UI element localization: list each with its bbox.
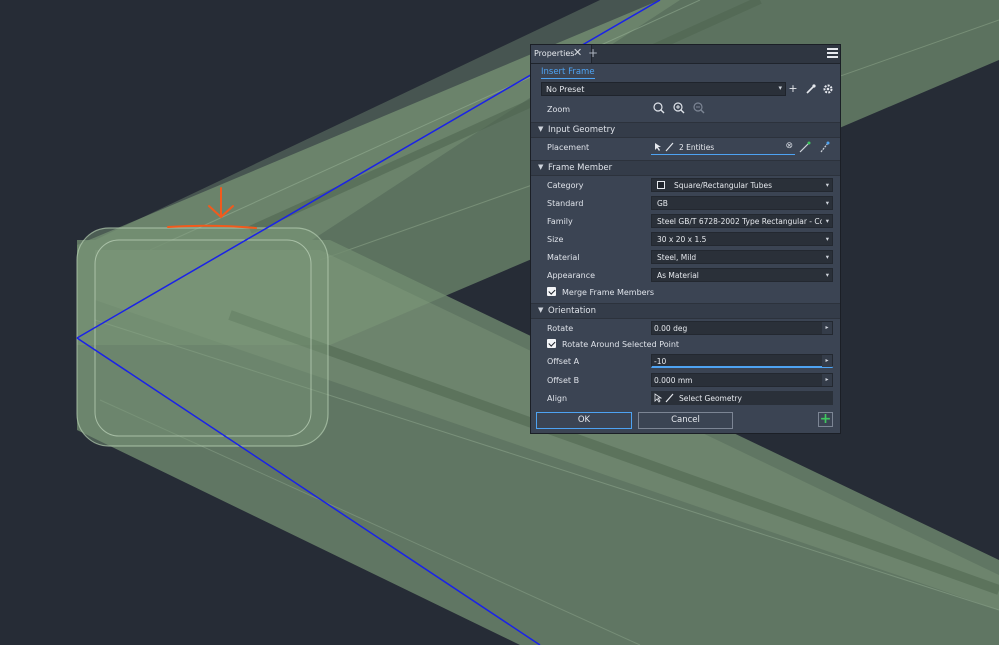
tube-profile-outer bbox=[76, 227, 329, 447]
chevron-down-icon: ▼ bbox=[538, 163, 544, 171]
point-tool-icon[interactable] bbox=[819, 141, 831, 153]
chevron-down-icon: ▾ bbox=[825, 217, 829, 225]
chevron-right-icon[interactable]: ▸ bbox=[822, 322, 832, 334]
chevron-down-icon: ▼ bbox=[538, 125, 544, 133]
size-value: 30 x 20 x 1.5 bbox=[657, 235, 707, 244]
chevron-down-icon: ▾ bbox=[825, 235, 829, 243]
align-label: Align bbox=[547, 394, 568, 403]
tab-properties[interactable]: Properties ✕ bbox=[531, 45, 592, 63]
zoom-in-icon[interactable] bbox=[673, 102, 685, 114]
rotate-label: Rotate bbox=[547, 324, 574, 333]
category-dropdown[interactable]: Square/Rectangular Tubes ▾ bbox=[651, 178, 833, 192]
appearance-dropdown[interactable]: As Material ▾ bbox=[651, 268, 833, 282]
cad-viewport[interactable] bbox=[0, 0, 999, 645]
align-selector[interactable]: Select Geometry bbox=[651, 391, 833, 405]
chevron-down-icon: ▼ bbox=[538, 306, 544, 314]
panel-tab-bar: Properties ✕ + bbox=[531, 45, 840, 64]
ok-button[interactable]: OK bbox=[536, 412, 632, 429]
section-input-geometry-label: Input Geometry bbox=[548, 125, 616, 135]
family-label: Family bbox=[547, 217, 573, 226]
rotate-value: 0.00 deg bbox=[654, 324, 688, 333]
material-value: Steel, Mild bbox=[657, 253, 697, 262]
merge-frame-members-checkbox[interactable] bbox=[547, 287, 556, 296]
line-tool-icon[interactable] bbox=[799, 141, 811, 153]
offset-a-input[interactable]: -10 ▸ bbox=[651, 354, 833, 368]
rotate-around-point-label: Rotate Around Selected Point bbox=[562, 340, 680, 349]
chevron-down-icon: ▾ bbox=[825, 271, 829, 279]
add-icon[interactable]: + bbox=[818, 412, 833, 427]
zoom-out-icon[interactable] bbox=[693, 102, 705, 114]
zoom-label: Zoom bbox=[547, 105, 571, 114]
placement-value: 2 Entities bbox=[679, 143, 715, 152]
edit-preset-icon[interactable] bbox=[806, 84, 816, 94]
placement-selector[interactable]: 2 Entities ⊗ bbox=[651, 140, 795, 155]
chevron-right-icon[interactable]: ▸ bbox=[822, 355, 832, 367]
clear-icon[interactable]: ⊗ bbox=[785, 141, 793, 151]
chevron-right-icon[interactable]: ▸ bbox=[822, 374, 832, 386]
family-dropdown[interactable]: Steel GB/T 6728-2002 Type Rectangular - … bbox=[651, 214, 833, 228]
square-tube-icon bbox=[657, 181, 665, 189]
size-label: Size bbox=[547, 235, 564, 244]
offset-a-label: Offset A bbox=[547, 357, 580, 366]
placement-label: Placement bbox=[547, 143, 590, 152]
menu-icon[interactable] bbox=[827, 48, 838, 58]
size-dropdown[interactable]: 30 x 20 x 1.5 ▾ bbox=[651, 232, 833, 246]
line-icon bbox=[665, 142, 674, 152]
line-icon bbox=[665, 393, 674, 403]
material-dropdown[interactable]: Steel, Mild ▾ bbox=[651, 250, 833, 264]
cursor-select-icon bbox=[654, 393, 662, 403]
properties-panel: Properties ✕ + Insert Frame No Preset ▾ … bbox=[530, 44, 841, 434]
offset-b-input[interactable]: 0.000 mm ▸ bbox=[651, 373, 833, 387]
standard-value: GB bbox=[657, 199, 668, 208]
command-title: Insert Frame bbox=[541, 67, 595, 79]
tab-properties-label: Properties bbox=[534, 49, 575, 58]
add-preset-icon[interactable]: + bbox=[787, 83, 799, 95]
section-frame-member-label: Frame Member bbox=[548, 163, 613, 173]
section-orientation-label: Orientation bbox=[548, 306, 596, 316]
rotate-around-point-checkbox[interactable] bbox=[547, 339, 556, 348]
section-input-geometry[interactable]: ▼ Input Geometry bbox=[531, 122, 840, 138]
material-label: Material bbox=[547, 253, 580, 262]
zoom-fit-icon[interactable] bbox=[653, 102, 665, 114]
chevron-down-icon: ▾ bbox=[825, 253, 829, 261]
rotate-input[interactable]: 0.00 deg ▸ bbox=[651, 321, 833, 335]
chevron-down-icon: ▾ bbox=[825, 199, 829, 207]
preset-value: No Preset bbox=[546, 85, 585, 94]
section-orientation[interactable]: ▼ Orientation bbox=[531, 303, 840, 319]
standard-dropdown[interactable]: GB ▾ bbox=[651, 196, 833, 210]
category-label: Category bbox=[547, 181, 584, 190]
offset-a-value: -10 bbox=[654, 357, 667, 366]
add-tab-icon[interactable]: + bbox=[588, 46, 598, 60]
cursor-select-icon bbox=[655, 143, 661, 151]
close-icon[interactable]: ✕ bbox=[573, 47, 582, 59]
preset-dropdown[interactable]: No Preset ▾ bbox=[541, 82, 786, 96]
appearance-value: As Material bbox=[657, 271, 699, 280]
cancel-button[interactable]: Cancel bbox=[638, 412, 733, 429]
align-value: Select Geometry bbox=[679, 394, 742, 403]
settings-icon[interactable] bbox=[823, 84, 833, 94]
category-value: Square/Rectangular Tubes bbox=[674, 181, 772, 190]
offset-b-value: 0.000 mm bbox=[654, 376, 693, 385]
section-frame-member[interactable]: ▼ Frame Member bbox=[531, 160, 840, 176]
offset-b-label: Offset B bbox=[547, 376, 580, 385]
merge-frame-members-label: Merge Frame Members bbox=[562, 288, 655, 297]
appearance-label: Appearance bbox=[547, 271, 596, 280]
family-value: Steel GB/T 6728-2002 Type Rectangular - … bbox=[657, 217, 822, 226]
chevron-down-icon: ▾ bbox=[778, 84, 782, 92]
standard-label: Standard bbox=[547, 199, 584, 208]
chevron-down-icon: ▾ bbox=[825, 181, 829, 189]
